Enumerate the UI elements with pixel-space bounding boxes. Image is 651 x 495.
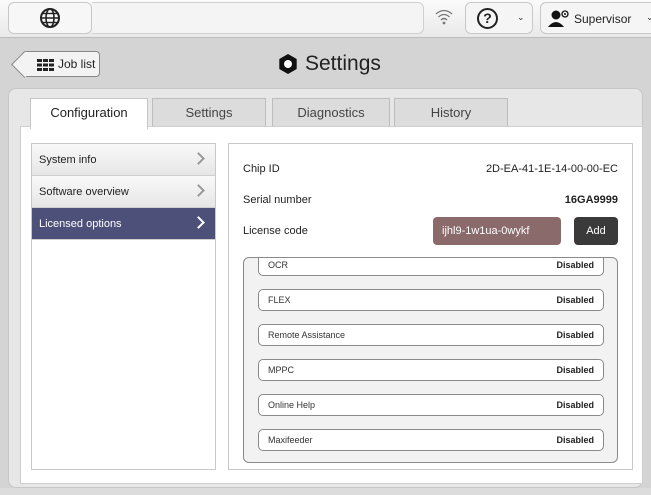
help-button[interactable]: ? ⌄ <box>465 2 533 34</box>
chip-id-value: 2D-EA-41-1E-14-00-00-EC <box>485 163 618 175</box>
grid-icon <box>37 59 54 71</box>
wifi-icon <box>435 9 453 25</box>
help-icon: ? <box>477 8 498 29</box>
option-name: MPPC <box>268 365 295 375</box>
add-button[interactable]: Add <box>574 217 618 245</box>
gear-icon <box>279 54 297 74</box>
license-code-input[interactable]: ijhl9-1w1ua-0wykf <box>433 217 561 245</box>
list-item: Online Help Disabled <box>258 394 604 416</box>
serial-number-label: Serial number <box>243 194 312 206</box>
list-item: FLEX Disabled <box>258 289 604 311</box>
footer-bar <box>0 488 651 495</box>
status-badge: Disabled <box>556 365 594 375</box>
licensed-options-list[interactable]: OCR Disabled FLEX Disabled Remote Assist… <box>243 257 618 463</box>
sidebar-item-label: Licensed options <box>39 218 122 230</box>
language-button[interactable] <box>8 2 92 34</box>
list-item: MPPC Disabled <box>258 359 604 381</box>
chevron-right-icon <box>192 184 205 197</box>
sidebar: System info Software overview Licensed o… <box>31 143 216 470</box>
chevron-down-icon: ⌄ <box>517 12 525 22</box>
tab-diagnostics[interactable]: Diagnostics <box>272 98 390 126</box>
status-bar: ? ⌄ Supervisor ⌄ <box>0 0 651 38</box>
sidebar-item-label: Software overview <box>39 186 129 198</box>
user-settings-icon <box>548 10 569 27</box>
option-name: Maxifeeder <box>268 435 313 445</box>
job-list-label: Job list <box>58 57 96 71</box>
chevron-down-icon: ⌄ <box>646 12 651 22</box>
status-badge: Disabled <box>556 295 594 305</box>
page-header: Settings <box>277 50 381 78</box>
status-badge: Disabled <box>556 330 594 340</box>
notification-area <box>92 2 424 34</box>
page-title: Settings <box>305 52 381 75</box>
sidebar-item-licensed-options[interactable]: Licensed options <box>32 208 215 240</box>
chevron-right-icon <box>192 216 205 229</box>
chip-id-label: Chip ID <box>243 163 280 175</box>
tab-configuration[interactable]: Configuration <box>30 98 148 129</box>
option-name: OCR <box>268 260 288 270</box>
serial-number-value: 16GA9999 <box>564 194 618 206</box>
option-name: FLEX <box>268 295 291 305</box>
sidebar-item-software-overview[interactable]: Software overview <box>32 176 215 208</box>
status-badge: Disabled <box>556 400 594 410</box>
user-name: Supervisor <box>574 12 632 26</box>
chevron-right-icon <box>192 152 205 165</box>
option-name: Remote Assistance <box>268 330 346 340</box>
sidebar-item-label: System info <box>39 154 97 166</box>
list-item: Remote Assistance Disabled <box>258 324 604 346</box>
tab-history[interactable]: History <box>394 98 508 126</box>
option-name: Online Help <box>268 400 316 410</box>
list-item: Maxifeeder Disabled <box>258 429 604 451</box>
user-menu-button[interactable]: Supervisor ⌄ <box>540 2 651 34</box>
sidebar-item-system-info[interactable]: System info <box>32 144 215 176</box>
status-badge: Disabled <box>556 435 594 445</box>
list-item: OCR Disabled <box>258 258 604 276</box>
tab-settings[interactable]: Settings <box>152 98 266 126</box>
globe-icon <box>40 8 60 28</box>
license-code-label: License code <box>243 225 308 237</box>
status-badge: Disabled <box>556 260 594 270</box>
job-list-button[interactable]: Job list <box>11 51 100 78</box>
